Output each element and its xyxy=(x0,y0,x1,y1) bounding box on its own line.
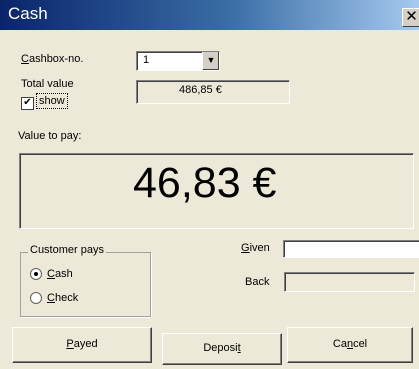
back-field xyxy=(284,272,415,292)
given-label: Given xyxy=(241,242,270,254)
window-title: Cash xyxy=(8,4,48,23)
total-value-amount: 486,85 € xyxy=(179,84,222,96)
show-checkbox[interactable]: ✔ xyxy=(21,97,34,110)
close-icon[interactable]: ✕ xyxy=(402,8,419,27)
customer-pays-title: Customer pays xyxy=(28,244,106,256)
cashbox-select[interactable]: 1 ▼ xyxy=(136,51,220,71)
check-radio-label[interactable]: Check xyxy=(47,292,78,304)
cashbox-label: Cashbox-no. xyxy=(21,53,84,65)
total-value-label: Total value xyxy=(21,78,74,90)
deposit-button[interactable]: Deposit xyxy=(162,333,282,365)
check-radio[interactable] xyxy=(30,292,42,304)
back-label: Back xyxy=(245,276,270,288)
payed-button[interactable]: Payed xyxy=(12,327,152,363)
value-to-pay-display: 46,83 € xyxy=(19,153,414,229)
cash-radio-label[interactable]: Cash xyxy=(47,268,73,280)
chevron-down-icon[interactable]: ▼ xyxy=(202,52,219,70)
cash-radio[interactable] xyxy=(30,268,42,280)
cashbox-value: 1 xyxy=(143,54,150,66)
cash-dialog: Cash ✕ Cashbox-no. 1 ▼ Total value 486,8… xyxy=(0,0,419,369)
title-bar[interactable]: Cash ✕ xyxy=(0,0,419,30)
radio-selected-dot xyxy=(34,272,38,276)
cancel-button[interactable]: Cancel xyxy=(287,327,413,363)
customer-pays-group xyxy=(20,252,151,317)
value-to-pay-amount: 46,83 € xyxy=(133,159,277,207)
value-to-pay-label: Value to pay: xyxy=(18,130,82,142)
given-input[interactable] xyxy=(283,240,419,258)
show-label[interactable]: show xyxy=(36,93,68,109)
total-value-field: 486,85 € xyxy=(136,80,290,104)
